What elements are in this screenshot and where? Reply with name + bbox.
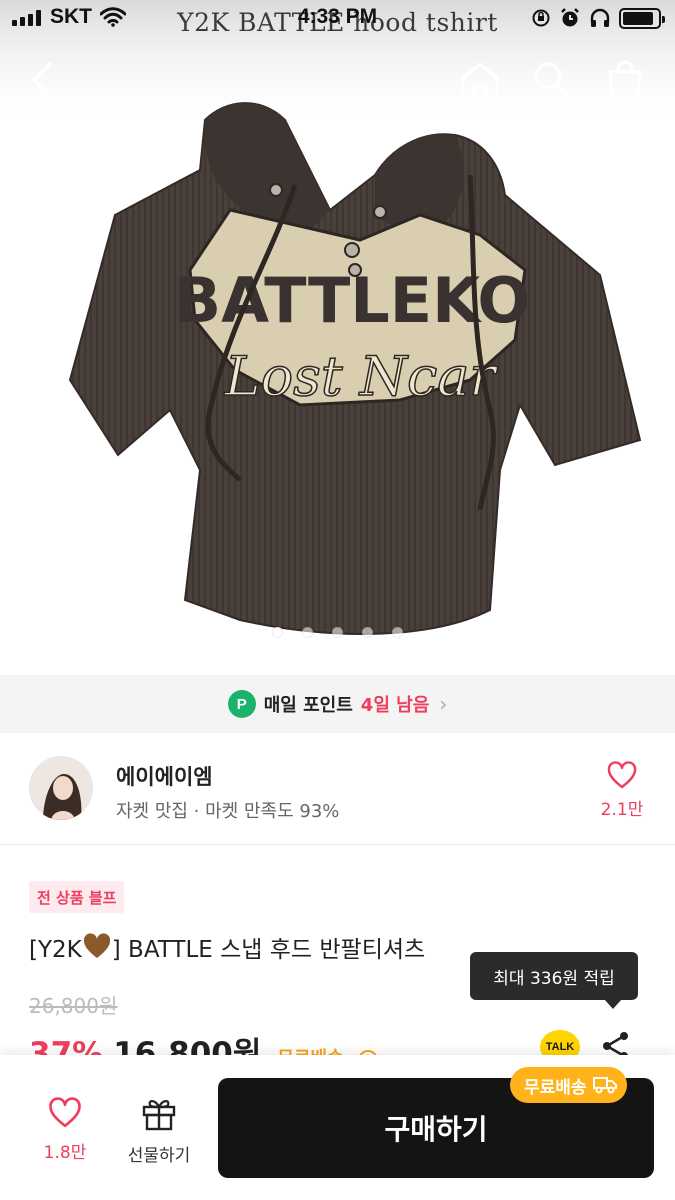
carousel-dot[interactable]	[272, 627, 283, 638]
home-button[interactable]	[456, 56, 504, 104]
gift-label: 선물하기	[127, 1146, 191, 1166]
point-days-left: 4일 남음	[360, 695, 430, 716]
avatar-image	[29, 756, 93, 820]
product-title-prefix: [Y2K	[29, 937, 82, 963]
graphic-script: Lost Ncar	[224, 345, 499, 408]
rotation-lock-icon	[532, 9, 550, 27]
carousel-dot[interactable]	[392, 627, 403, 638]
carousel-dot[interactable]	[302, 627, 313, 638]
carousel-indicator	[0, 627, 675, 638]
home-icon	[461, 62, 499, 99]
heart-icon	[607, 761, 637, 789]
gift-icon	[142, 1100, 176, 1131]
chevron-right-icon: ›	[439, 692, 448, 716]
search-icon	[534, 62, 571, 99]
gift-button[interactable]: 선물하기	[116, 1097, 202, 1166]
shopping-bag-icon	[608, 60, 642, 100]
alarm-icon	[561, 8, 579, 27]
reward-tooltip: 최대 336원 적립	[470, 952, 638, 1009]
free-shipping-badge-label: 무료배송	[524, 1077, 587, 1098]
status-bar: SKT 4:33 PM	[0, 0, 675, 38]
heart-icon	[49, 1097, 81, 1128]
shop-name[interactable]: 에이에이엠	[116, 761, 213, 791]
brown-heart-icon	[83, 933, 110, 958]
shop-description: 자켓 맛집 · 마켓 만족도 93%	[116, 801, 340, 822]
point-label: 매일 포인트	[263, 695, 353, 716]
product-title: [Y2K ] BATTLE 스냅 후드 반팔티셔츠	[29, 930, 425, 964]
daily-point-banner[interactable]: P 매일 포인트 4일 남음 ›	[0, 675, 675, 733]
battery-icon	[619, 7, 665, 29]
shop-avatar[interactable]	[29, 756, 93, 820]
headphones-icon	[590, 8, 610, 27]
original-price: 26,800원	[29, 994, 118, 1018]
free-shipping-badge: 무료배송	[510, 1067, 627, 1103]
shop-like-count: 2.1만	[600, 800, 644, 820]
cart-button[interactable]	[601, 56, 649, 104]
carousel-dot[interactable]	[332, 627, 343, 638]
back-button[interactable]	[18, 56, 66, 104]
shop-like-button[interactable]: 2.1만	[597, 761, 647, 820]
product-title-suffix: ] BATTLE 스냅 후드 반팔티셔츠	[111, 937, 426, 963]
truck-icon	[592, 1077, 617, 1094]
like-button[interactable]: 1.8만	[32, 1097, 98, 1163]
search-button[interactable]	[528, 56, 576, 104]
shop-info[interactable]: 에이에이엠 자켓 맛집 · 마켓 만족도 93% 2.1만	[0, 733, 675, 845]
point-icon: P	[227, 690, 256, 718]
promo-tag: 전 상품 블프	[29, 881, 125, 913]
carousel-dot[interactable]	[362, 627, 373, 638]
chevron-left-icon	[32, 62, 52, 98]
like-count: 1.8만	[43, 1143, 87, 1163]
